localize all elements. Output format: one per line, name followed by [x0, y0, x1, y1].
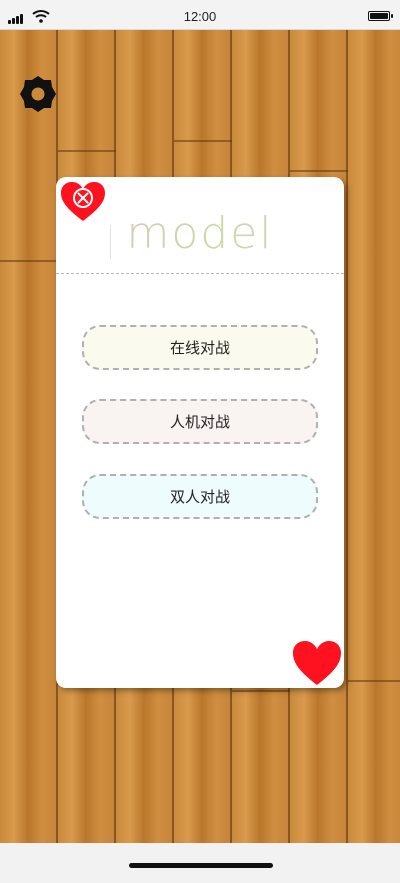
status-time: 12:00 [183, 9, 217, 24]
status-bar: 12:00 [0, 0, 400, 30]
gear-icon[interactable] [18, 74, 58, 114]
screen: 12:00 model 在线对战 人机对战 双人对战 [0, 0, 400, 883]
heart-close-icon[interactable] [60, 181, 106, 223]
battery-icon [368, 11, 393, 21]
vs-computer-button[interactable]: 人机对战 [82, 399, 318, 444]
home-indicator[interactable] [129, 863, 273, 868]
home-area [0, 843, 400, 883]
mode-select-dialog: model 在线对战 人机对战 双人对战 [56, 177, 344, 688]
two-player-button[interactable]: 双人对战 [82, 474, 318, 519]
online-battle-button[interactable]: 在线对战 [82, 325, 318, 370]
heart-icon [293, 641, 341, 685]
